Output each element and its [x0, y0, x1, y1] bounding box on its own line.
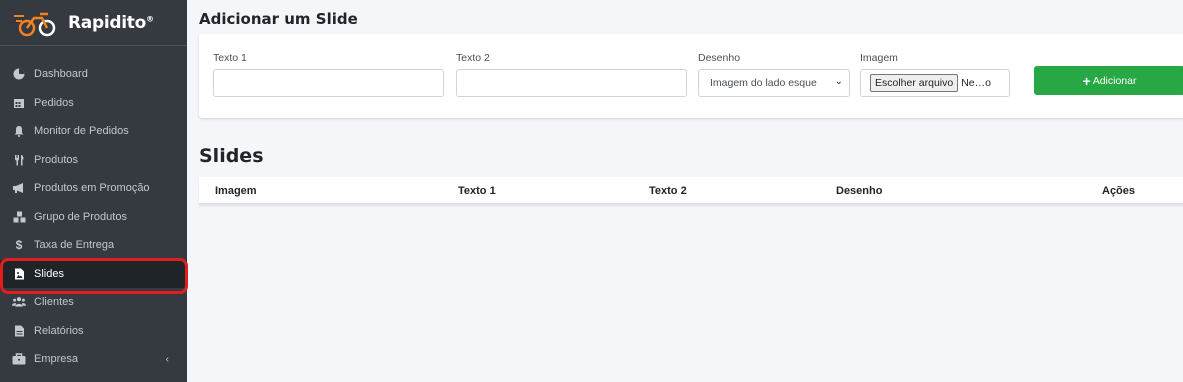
desenho-selected-value: Imagem do lado esque [710, 77, 817, 89]
sidebar-item-label: Produtos em Promoção [34, 182, 150, 195]
sidebar-item-clientes[interactable]: Clientes [0, 288, 187, 317]
desenho-select[interactable]: Imagem do lado esque ⌄ [698, 69, 850, 97]
texto1-field: Texto 1 [213, 52, 444, 97]
add-button-label: Adicionar [1092, 74, 1137, 87]
column-header-texto2: Texto 2 [649, 185, 687, 197]
texto1-label: Texto 1 [213, 52, 247, 64]
texto2-label: Texto 2 [456, 52, 490, 64]
bell-icon [12, 124, 26, 138]
plus-icon: + [1082, 72, 1091, 89]
column-header-texto1: Texto 1 [458, 185, 496, 197]
texto2-input[interactable] [456, 69, 687, 97]
choose-file-button[interactable]: Escolher arquivo [870, 74, 959, 92]
imagem-field: Imagem Escolher arquivo Ne…o [860, 52, 1010, 97]
slides-table: Imagem Texto 1 Texto 2 Desenho Ações [199, 177, 1183, 205]
column-header-imagem: Imagem [215, 185, 257, 197]
sidebar-item-label: Produtos [34, 153, 79, 166]
sidebar-item-label: Grupo de Produtos [34, 210, 127, 223]
sidebar-item-label: Clientes [34, 296, 74, 309]
brand-name: Rapidito® [68, 12, 154, 33]
bike-logo-icon [12, 8, 62, 38]
briefcase-icon [12, 352, 26, 366]
desenho-field: Desenho Imagem do lado esque ⌄ [698, 52, 850, 97]
sidebar-item-relatorios[interactable]: Relatórios [0, 317, 187, 346]
image-file-icon [12, 267, 26, 281]
chevron-down-icon: ⌄ [830, 76, 843, 87]
file-icon [12, 324, 26, 338]
sidebar-item-grupo-de-produtos[interactable]: Grupo de Produtos [0, 203, 187, 232]
dashboard-icon [12, 67, 26, 81]
sidebar-item-label: Pedidos [34, 96, 74, 109]
add-button[interactable]: + Adicionar [1034, 66, 1183, 95]
section-title: Slides [199, 145, 264, 167]
column-header-acoes: Ações [1102, 185, 1136, 197]
sidebar-item-taxa-de-entrega[interactable]: $ Taxa de Entrega [0, 231, 187, 260]
sidebar-item-produtos[interactable]: Produtos [0, 146, 187, 175]
utensils-icon [12, 153, 26, 167]
megaphone-icon [12, 181, 26, 195]
chevron-left-icon[interactable]: ‹ [166, 354, 169, 365]
sidebar-item-label: Relatórios [34, 324, 84, 337]
cubes-icon [12, 210, 26, 224]
sidebar-item-label: Empresa [34, 353, 79, 366]
sidebar-item-label: Monitor de Pedidos [34, 125, 129, 138]
calendar-icon [12, 96, 26, 110]
sidebar-item-monitor-de-pedidos[interactable]: Monitor de Pedidos [0, 117, 187, 146]
imagem-file-input[interactable]: Escolher arquivo Ne…o [860, 69, 1010, 97]
desenho-label: Desenho [698, 52, 741, 64]
page-title: Adicionar um Slide [199, 10, 358, 28]
file-status: Ne…o [961, 77, 991, 89]
main-content: Adicionar um Slide Texto 1 Texto 2 Desen… [187, 0, 1183, 382]
sidebar-item-label: Taxa de Entrega [34, 239, 115, 252]
dollar-icon: $ [15, 238, 23, 253]
add-slide-form-card: Texto 1 Texto 2 Desenho Imagem do lado e… [199, 34, 1183, 118]
sidebar-item-label: Dashboard [34, 68, 88, 81]
sidebar-item-produtos-em-promocao[interactable]: Produtos em Promoção [0, 174, 187, 203]
column-header-desenho: Desenho [836, 185, 883, 197]
imagem-label: Imagem [860, 52, 898, 64]
sidebar-nav: Dashboard Pedidos Monitor de Pedidos Pro… [0, 46, 187, 374]
sidebar-item-pedidos[interactable]: Pedidos [0, 89, 187, 118]
sidebar: Rapidito® Dashboard Pedidos Monitor de P… [0, 0, 187, 382]
brand[interactable]: Rapidito® [0, 0, 187, 46]
users-icon [12, 295, 26, 309]
sidebar-item-empresa[interactable]: Empresa ‹ [0, 345, 187, 374]
texto1-input[interactable] [213, 69, 444, 97]
sidebar-item-slides[interactable]: Slides [0, 259, 187, 288]
texto2-field: Texto 2 [456, 52, 687, 97]
sidebar-item-dashboard[interactable]: Dashboard [0, 60, 187, 89]
sidebar-item-label: Slides [34, 267, 64, 280]
